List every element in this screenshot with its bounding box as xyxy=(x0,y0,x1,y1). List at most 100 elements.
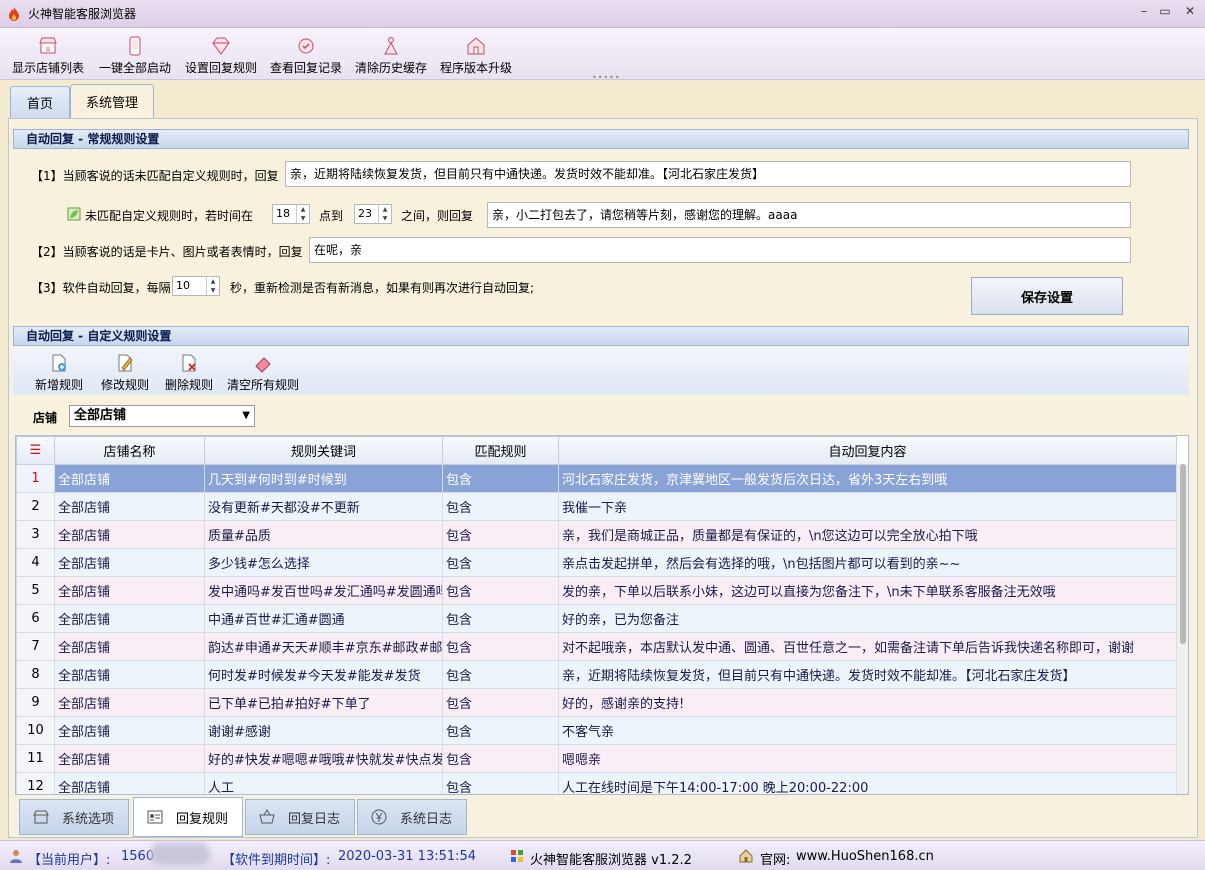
close-button[interactable]: ✕ xyxy=(1179,4,1201,18)
time-rule-label-b: 点到 xyxy=(319,209,344,223)
cell-shop-name: 全部店铺 xyxy=(54,520,205,549)
flame-icon xyxy=(9,6,19,21)
table-menu-icon[interactable]: ☰ xyxy=(16,436,55,465)
cell-reply-content: 好的，感谢亲的支持! xyxy=(558,688,1177,717)
cell-reply-content: 亲，我们是商城正品，质量都是有保证的，\n您这边可以完全放心拍下哦 xyxy=(558,520,1177,549)
interval-stepper[interactable]: 10 ▲ ▼ xyxy=(172,276,220,296)
table-row[interactable]: 7 全部店铺 韵达#申通#天天#顺丰#京东#邮政#邮局 包含 对不起哦亲，本店默认发中通… xyxy=(16,632,1177,661)
cell-match-rule: 包含 xyxy=(442,520,559,549)
save-settings-button[interactable]: 保存设置 xyxy=(971,277,1123,315)
clear-all-rules-button[interactable]: 清空所有规则 xyxy=(225,349,301,393)
table-row[interactable]: 3 全部店铺 质量#品质 包含 亲，我们是商城正品，质量都是有保证的，\n您这边可以完全… xyxy=(16,520,1177,549)
add-rule-icon xyxy=(52,354,66,372)
table-row[interactable]: 9 全部店铺 已下单#已拍#拍好#下单了 包含 好的，感谢亲的支持! xyxy=(16,688,1177,717)
row-number: 11 xyxy=(16,744,55,773)
cell-match-rule: 包含 xyxy=(442,688,559,717)
tab-reply-rules[interactable]: 回复规则 xyxy=(133,797,243,837)
row-number: 10 xyxy=(16,716,55,745)
start-all-button[interactable]: 一键全部启动 xyxy=(97,32,173,76)
table-row[interactable]: 6 全部店铺 中通#百世#汇通#圆通 包含 好的亲，已为您备注 xyxy=(16,604,1177,633)
maximize-button[interactable]: ▭ xyxy=(1154,4,1176,18)
column-keywords[interactable]: 规则关键词 xyxy=(204,436,443,465)
table-row[interactable]: 4 全部店铺 多少钱#怎么选择 包含 亲点击发起拼单，然后会有选择的哦，\n包括图片都可… xyxy=(16,548,1177,577)
cell-keywords: 人工 xyxy=(204,772,443,794)
tab-system-log[interactable]: 系统日志 xyxy=(357,799,467,835)
rules-icon xyxy=(147,810,163,824)
leaf-icon xyxy=(67,207,81,221)
table-row[interactable]: 2 全部店铺 没有更新#天都没#不更新 包含 我催一下亲 xyxy=(16,492,1177,521)
window-title: 火神智能客服浏览器 xyxy=(28,7,137,21)
rule1-label: 【1】当顾客说的话未匹配自定义规则时，回复 xyxy=(31,169,279,183)
column-match-rule[interactable]: 匹配规则 xyxy=(442,436,559,465)
time-from-stepper[interactable]: 18 ▲ ▼ xyxy=(272,204,310,224)
delete-rule-icon xyxy=(182,354,196,372)
scrollbar-thumb[interactable] xyxy=(1180,464,1186,644)
table-row[interactable]: 12 全部店铺 人工 包含 人工在线时间是下午14:00-17:00 晚上20:00-2… xyxy=(16,772,1177,794)
stepper-arrows-icon[interactable]: ▲ ▼ xyxy=(206,277,219,295)
toolbar-grip[interactable]: ••••• xyxy=(592,74,620,82)
general-rules-header: 自动回复 - 常规规则设置 xyxy=(13,129,1189,149)
table-row[interactable]: 5 全部店铺 发中通吗#发百世吗#发汇通吗#发圆通吗 包含 发的亲，下单以后联系小妹，这… xyxy=(16,576,1177,605)
minimize-button[interactable]: – xyxy=(1133,4,1155,18)
rule3-label-b: 秒，重新检测是否有新消息，如果有则再次进行自动回复; xyxy=(230,281,535,295)
basket-icon xyxy=(259,809,275,824)
yen-icon xyxy=(371,809,387,825)
row-number: 2 xyxy=(16,492,55,521)
expire-time-label: 【软件到期时间】: xyxy=(222,853,331,868)
time-rule-label-c: 之间，则回复 xyxy=(401,209,474,223)
row-number: 6 xyxy=(16,604,55,633)
expire-time-value: 2020-03-31 13:51:54 xyxy=(338,849,477,864)
official-site-label: 官网: xyxy=(760,853,791,868)
cell-shop-name: 全部店铺 xyxy=(54,464,205,493)
table-row[interactable]: 1 全部店铺 几天到#何时到#时候到 包含 河北石家庄发货，京津冀地区一般发货后次日达，… xyxy=(16,464,1177,493)
cell-keywords: 已下单#已拍#拍好#下单了 xyxy=(204,688,443,717)
shop-filter-select[interactable]: 全部店铺 ▼ xyxy=(69,405,255,427)
cell-match-rule: 包含 xyxy=(442,464,559,493)
view-reply-records-button[interactable]: 查看回复记录 xyxy=(268,32,344,76)
cell-match-rule: 包含 xyxy=(442,772,559,794)
set-reply-rules-button[interactable]: 设置回复规则 xyxy=(183,32,259,76)
table-header-row: ☰ 店铺名称 规则关键词 匹配规则 自动回复内容 xyxy=(16,436,1177,465)
cell-match-rule: 包含 xyxy=(442,744,559,773)
user-icon xyxy=(10,850,22,863)
rule2-reply-input[interactable]: 在呢，亲 xyxy=(309,237,1131,263)
cell-reply-content: 人工在线时间是下午14:00-17:00 晚上20:00-22:00 xyxy=(558,772,1177,794)
tab-home[interactable]: 首页 xyxy=(10,86,70,118)
cell-shop-name: 全部店铺 xyxy=(54,688,205,717)
tab-system-options[interactable]: 系统选项 xyxy=(19,799,129,835)
table-row[interactable]: 11 全部店铺 好的#快发#嗯嗯#哦哦#快就发#快点发# 包含 嗯嗯亲 xyxy=(16,744,1177,773)
edit-rule-button[interactable]: 修改规则 xyxy=(97,349,153,393)
add-rule-button[interactable]: 新增规则 xyxy=(31,349,87,393)
column-shop-name[interactable]: 店铺名称 xyxy=(54,436,205,465)
show-store-list-button[interactable]: 显示店铺列表 xyxy=(10,32,86,76)
cell-shop-name: 全部店铺 xyxy=(54,576,205,605)
cell-reply-content: 河北石家庄发货，京津冀地区一般发货后次日达，省外3天左右到哦 xyxy=(558,464,1177,493)
row-number: 1 xyxy=(16,464,55,493)
time-reply-input[interactable]: 亲，小二打包去了，请您稍等片刻，感谢您的理解。aaaa xyxy=(487,202,1131,228)
custom-rules-table: ☰ 店铺名称 规则关键词 匹配规则 自动回复内容 1 全部店铺 几天到#何时到#时候… xyxy=(15,435,1189,795)
tab-system-management[interactable]: 系统管理 xyxy=(70,84,154,118)
cell-match-rule: 包含 xyxy=(442,576,559,605)
table-scrollbar[interactable] xyxy=(1176,464,1188,794)
table-row[interactable]: 10 全部店铺 谢谢#感谢 包含 不客气亲 xyxy=(16,716,1177,745)
rule1-reply-input[interactable]: 亲，近期将陆续恢复发货，但目前只有中通快递。发货时效不能却准。【河北石家庄发货】 xyxy=(285,161,1131,187)
official-site-link[interactable]: www.HuoShen168.cn xyxy=(796,849,934,864)
badge-icon xyxy=(298,38,314,54)
stepper-arrows-icon[interactable]: ▲ ▼ xyxy=(296,205,309,223)
cell-keywords: 好的#快发#嗯嗯#哦哦#快就发#快点发# xyxy=(204,744,443,773)
cell-match-rule: 包含 xyxy=(442,548,559,577)
delete-rule-button[interactable]: 删除规则 xyxy=(161,349,217,393)
column-reply-content[interactable]: 自动回复内容 xyxy=(558,436,1177,465)
upgrade-version-button[interactable]: 程序版本升级 xyxy=(438,32,514,76)
cell-keywords: 质量#品质 xyxy=(204,520,443,549)
house-icon xyxy=(467,37,485,55)
time-to-stepper[interactable]: 23 ▲ ▼ xyxy=(354,204,392,224)
clear-cache-button[interactable]: 清除历史缓存 xyxy=(353,32,429,76)
row-number: 4 xyxy=(16,548,55,577)
row-number: 12 xyxy=(16,772,55,794)
redacted-user-id xyxy=(150,843,210,865)
tab-reply-log[interactable]: 回复日志 xyxy=(245,799,355,835)
table-row[interactable]: 8 全部店铺 何时发#时候发#今天发#能发#发货 包含 亲，近期将陆续恢复发货，但目前只… xyxy=(16,660,1177,689)
stepper-arrows-icon[interactable]: ▲ ▼ xyxy=(378,205,391,223)
custom-rules-toolbar: 新增规则 修改规则 删除规则 清空所有规则 xyxy=(13,347,1189,395)
